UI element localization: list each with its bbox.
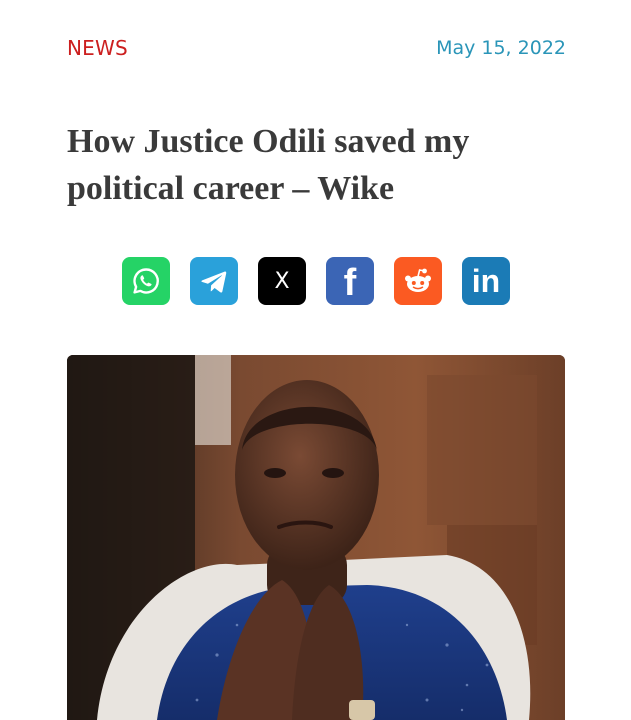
whatsapp-icon (133, 268, 159, 294)
article-meta: NEWS May 15, 2022 (67, 36, 566, 66)
linkedin-share-button[interactable]: in (462, 257, 510, 305)
category-link[interactable]: NEWS (67, 36, 128, 60)
telegram-share-button[interactable] (190, 257, 238, 305)
facebook-label: f (344, 262, 357, 301)
x-share-button[interactable]: X (258, 257, 306, 305)
x-icon: X (274, 269, 289, 294)
linkedin-icon: in (472, 264, 500, 298)
telegram-icon (201, 271, 227, 293)
article-title: How Justice Odili saved my political car… (67, 118, 587, 212)
publish-date: May 15, 2022 (436, 37, 566, 59)
article-photo-illustration (67, 355, 565, 720)
facebook-share-button[interactable]: f (326, 257, 374, 305)
article-photo (67, 355, 565, 720)
article-title-line-1: How Justice Odili saved my (67, 123, 470, 160)
whatsapp-share-button[interactable] (122, 257, 170, 305)
linkedin-label: in (472, 264, 500, 298)
article-title-line-2: political career – Wike (67, 170, 395, 207)
x-label: X (274, 269, 289, 294)
reddit-share-button[interactable] (394, 257, 442, 305)
reddit-icon (405, 268, 431, 292)
facebook-icon: f (344, 262, 357, 301)
